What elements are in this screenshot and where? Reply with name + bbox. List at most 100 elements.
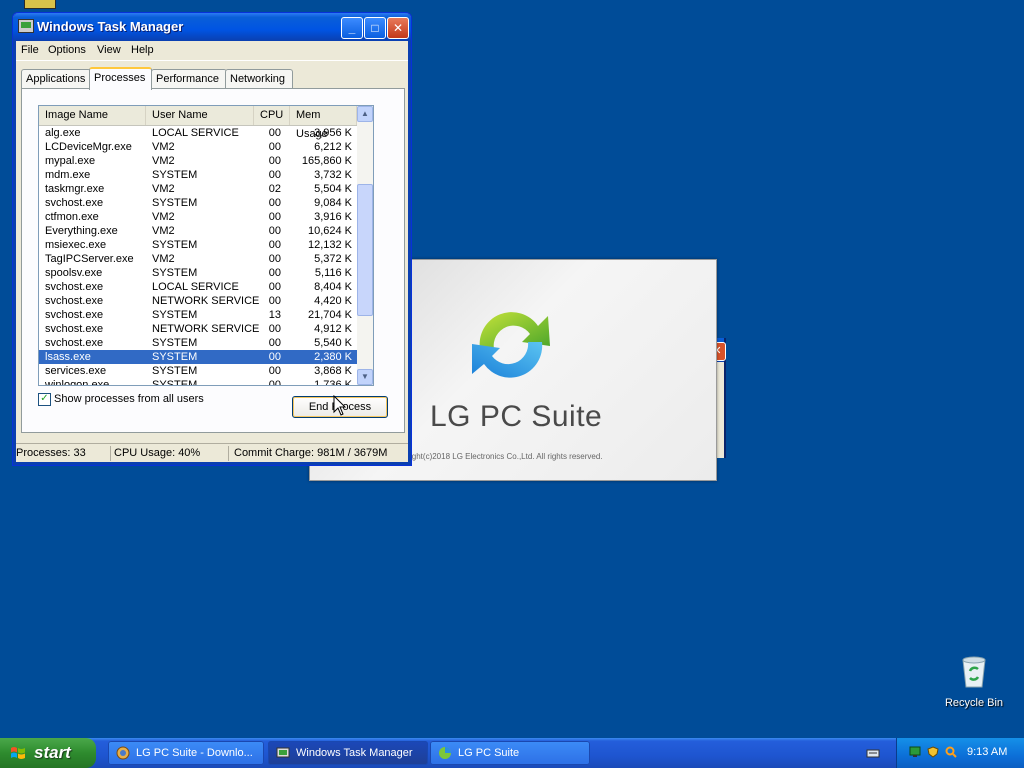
table-row[interactable]: spoolsv.exe SYSTEM 00 5,116 K xyxy=(39,266,357,280)
mouse-cursor-icon xyxy=(333,395,347,416)
start-button[interactable]: start xyxy=(0,738,96,768)
table-row[interactable]: svchost.exe SYSTEM 00 5,540 K xyxy=(39,336,357,350)
close-button[interactable]: ✕ xyxy=(387,17,409,39)
column-mem-usage[interactable]: Mem Usage xyxy=(290,106,357,140)
status-separator xyxy=(110,446,111,461)
process-cpu: 00 xyxy=(268,141,281,153)
taskbar-item-label: Windows Task Manager xyxy=(296,747,413,759)
process-user: VM2 xyxy=(152,183,175,195)
table-row[interactable]: msiexec.exe SYSTEM 00 12,132 K xyxy=(39,238,357,252)
column-cpu[interactable]: CPU xyxy=(254,106,290,125)
search-icon[interactable] xyxy=(945,746,957,758)
table-row[interactable]: services.exe SYSTEM 00 3,868 K xyxy=(39,364,357,378)
process-cpu: 00 xyxy=(268,169,281,181)
lg-suite-icon xyxy=(439,747,451,759)
taskmanager-icon xyxy=(18,19,34,33)
status-processes: Processes: 33 xyxy=(16,447,86,459)
process-user: LOCAL SERVICE xyxy=(152,281,239,293)
process-cpu: 00 xyxy=(268,127,281,139)
process-cpu: 02 xyxy=(268,183,281,195)
task-manager-titlebar[interactable]: Windows Task Manager _ □ ✕ xyxy=(13,13,411,41)
table-row[interactable]: svchost.exe NETWORK SERVICE 00 4,420 K xyxy=(39,294,357,308)
show-all-users-checkbox[interactable]: ✓ xyxy=(38,393,51,406)
process-mem: 5,504 K xyxy=(314,183,352,195)
menu-bar: File Options View Help xyxy=(16,41,408,61)
maximize-button[interactable]: □ xyxy=(364,17,386,39)
process-mem: 3,732 K xyxy=(314,169,352,181)
scroll-down-button[interactable]: ▼ xyxy=(357,369,373,385)
table-row[interactable]: alg.exe LOCAL SERVICE 00 3,956 K xyxy=(39,126,357,140)
process-user: SYSTEM xyxy=(152,351,198,363)
table-row[interactable]: lsass.exe SYSTEM 00 2,380 K xyxy=(39,350,357,364)
tab-applications[interactable]: Applications xyxy=(21,69,91,88)
menu-options[interactable]: Options xyxy=(48,44,86,56)
process-cpu: 00 xyxy=(268,239,281,251)
process-mem: 10,624 K xyxy=(307,225,352,237)
process-cpu: 00 xyxy=(268,281,281,293)
table-row[interactable]: svchost.exe LOCAL SERVICE 00 8,404 K xyxy=(39,280,357,294)
desktop-icon-partial[interactable] xyxy=(24,0,56,9)
taskbar-item-browser[interactable]: LG PC Suite - Downlo... xyxy=(108,741,264,765)
tab-performance[interactable]: Performance xyxy=(151,69,227,88)
shield-icon[interactable] xyxy=(927,746,939,758)
process-mem: 165,860 K xyxy=(301,155,352,167)
table-row[interactable]: TagIPCServer.exe VM2 00 5,372 K xyxy=(39,252,357,266)
splash-title: LG PC Suite xyxy=(430,400,603,433)
table-row[interactable]: svchost.exe SYSTEM 00 9,084 K xyxy=(39,196,357,210)
menu-view[interactable]: View xyxy=(97,44,121,56)
taskbar: start LG PC Suite - Downlo... Windows Ta… xyxy=(0,738,1024,768)
process-mem: 2,380 K xyxy=(314,351,352,363)
process-mem: 8,404 K xyxy=(314,281,352,293)
status-separator xyxy=(228,446,229,461)
keyboard-icon[interactable] xyxy=(866,746,880,760)
process-mem: 3,868 K xyxy=(314,365,352,377)
scroll-up-button[interactable]: ▲ xyxy=(357,106,373,122)
process-mem: 12,132 K xyxy=(307,239,352,251)
table-row[interactable]: mdm.exe SYSTEM 00 3,732 K xyxy=(39,168,357,182)
column-user-name[interactable]: User Name xyxy=(146,106,254,125)
table-row[interactable]: taskmgr.exe VM2 02 5,504 K xyxy=(39,182,357,196)
table-row[interactable]: svchost.exe SYSTEM 13 21,704 K xyxy=(39,308,357,322)
menu-help[interactable]: Help xyxy=(131,44,154,56)
process-cpu: 00 xyxy=(268,351,281,363)
task-manager-window[interactable]: Windows Task Manager _ □ ✕ File Options … xyxy=(12,12,412,466)
process-mem: 5,116 K xyxy=(314,267,352,279)
scroll-thumb[interactable] xyxy=(357,184,373,316)
table-row[interactable]: LCDeviceMgr.exe VM2 00 6,212 K xyxy=(39,140,357,154)
table-row[interactable]: winlogon.exe SYSTEM 00 1,736 K xyxy=(39,378,357,386)
menu-file[interactable]: File xyxy=(21,44,39,56)
table-row[interactable]: ctfmon.exe VM2 00 3,916 K xyxy=(39,210,357,224)
process-name: alg.exe xyxy=(45,127,81,139)
tab-networking[interactable]: Networking xyxy=(225,69,293,88)
process-name: ctfmon.exe xyxy=(45,211,99,223)
table-row[interactable]: Everything.exe VM2 00 10,624 K xyxy=(39,224,357,238)
process-user: SYSTEM xyxy=(152,239,198,251)
network-icon[interactable] xyxy=(909,746,921,758)
process-cpu: 00 xyxy=(268,379,281,386)
process-name: svchost.exe xyxy=(45,281,104,293)
column-image-name[interactable]: Image Name xyxy=(39,106,146,125)
process-cpu: 00 xyxy=(268,337,281,349)
taskbar-item-task-manager[interactable]: Windows Task Manager xyxy=(268,741,428,765)
process-user: SYSTEM xyxy=(152,379,198,386)
process-mem: 6,212 K xyxy=(314,141,352,153)
process-user: SYSTEM xyxy=(152,309,198,321)
taskbar-item-label: LG PC Suite xyxy=(458,747,520,759)
process-mem: 5,540 K xyxy=(314,337,352,349)
browser-icon xyxy=(116,746,130,760)
minimize-button[interactable]: _ xyxy=(341,17,363,39)
process-list[interactable]: Image Name User Name CPU Mem Usage alg.e… xyxy=(38,105,374,386)
process-cpu: 00 xyxy=(268,295,281,307)
process-user: SYSTEM xyxy=(152,267,198,279)
process-list-body: alg.exe LOCAL SERVICE 00 3,956 K LCDeviceMgr… xyxy=(39,126,357,386)
tab-processes[interactable]: Processes xyxy=(89,67,152,90)
start-label: start xyxy=(34,743,71,762)
process-mem: 1,736 K xyxy=(314,379,352,386)
taskbar-item-lg-suite[interactable]: LG PC Suite xyxy=(430,741,590,765)
process-list-scrollbar[interactable]: ▲ ▼ xyxy=(357,106,373,385)
process-cpu: 00 xyxy=(268,365,281,377)
process-user: NETWORK SERVICE xyxy=(152,323,260,335)
recycle-bin[interactable]: Recycle Bin xyxy=(940,656,1008,709)
table-row[interactable]: svchost.exe NETWORK SERVICE 00 4,912 K xyxy=(39,322,357,336)
table-row[interactable]: mypal.exe VM2 00 165,860 K xyxy=(39,154,357,168)
